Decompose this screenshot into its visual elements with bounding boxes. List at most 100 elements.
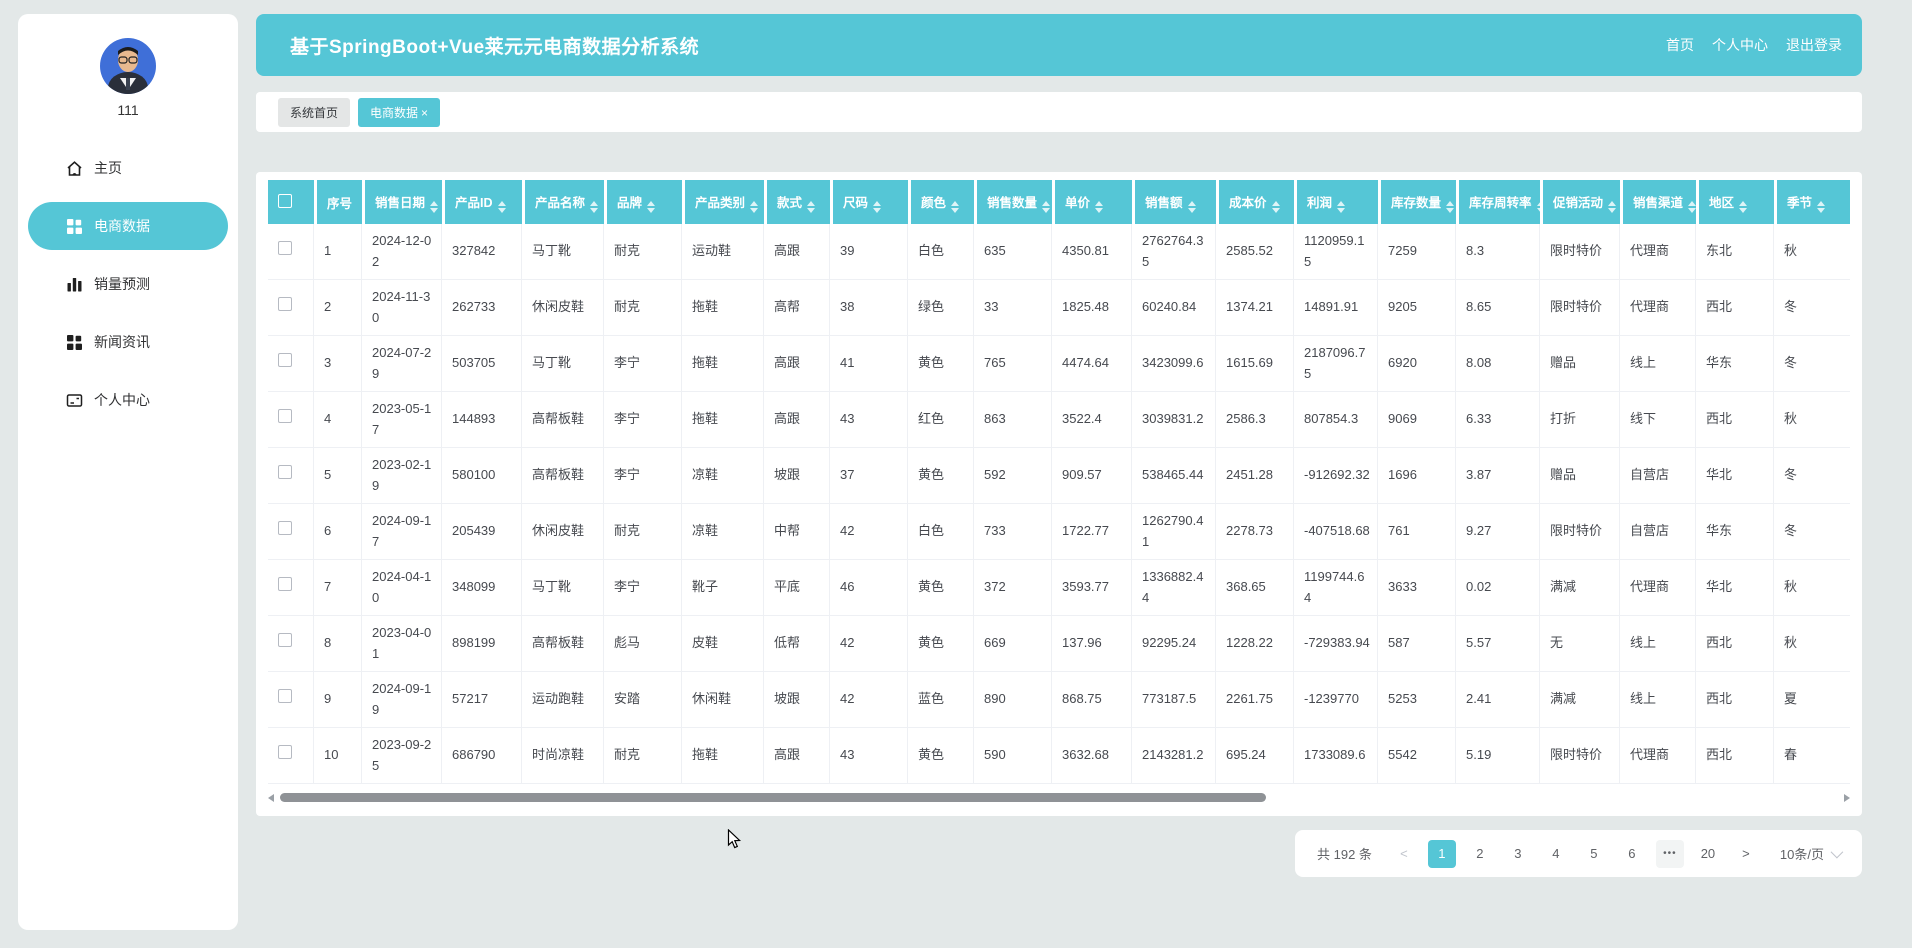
table-cell: 3632.68 xyxy=(1052,728,1132,784)
column-header-15[interactable]: 库存周转率 xyxy=(1456,180,1540,224)
column-header-14[interactable]: 库存数量 xyxy=(1378,180,1456,224)
column-header-12[interactable]: 成本价 xyxy=(1216,180,1294,224)
column-header-16[interactable]: 促销活动 xyxy=(1540,180,1620,224)
sort-carets-icon[interactable] xyxy=(1095,201,1103,213)
column-header-19[interactable]: 季节 xyxy=(1774,180,1850,224)
column-header-3[interactable]: 产品名称 xyxy=(522,180,604,224)
table-cell: 6 xyxy=(314,504,362,560)
table-cell: 冬 xyxy=(1774,448,1850,504)
page-button-1[interactable]: 1 xyxy=(1428,840,1456,868)
table-cell: 1228.22 xyxy=(1216,616,1294,672)
column-header-18[interactable]: 地区 xyxy=(1696,180,1774,224)
tab-1[interactable]: 电商数据× xyxy=(358,98,440,127)
table-cell: 580100 xyxy=(442,448,522,504)
tab-close-icon[interactable]: × xyxy=(421,106,428,120)
scrollbar-thumb[interactable] xyxy=(280,793,1266,802)
sidebar-item-0[interactable]: 主页 xyxy=(28,144,228,192)
table-cell: 秋 xyxy=(1774,616,1850,672)
sort-carets-icon[interactable] xyxy=(590,201,598,213)
row-checkbox[interactable] xyxy=(278,297,292,311)
nav-link-0[interactable]: 首页 xyxy=(1666,35,1694,55)
row-checkbox[interactable] xyxy=(278,745,292,759)
table-cell: 1 xyxy=(314,224,362,280)
sort-carets-icon[interactable] xyxy=(1817,201,1825,213)
column-header-7[interactable]: 尺码 xyxy=(830,180,908,224)
sort-carets-icon[interactable] xyxy=(750,201,758,213)
sort-carets-icon[interactable] xyxy=(873,201,881,213)
column-header-4[interactable]: 品牌 xyxy=(604,180,682,224)
page-buttons: 123456 xyxy=(1428,840,1646,868)
nav-link-1[interactable]: 个人中心 xyxy=(1712,35,1768,55)
scroll-right-arrow-icon[interactable] xyxy=(1844,794,1850,802)
page-button-3[interactable]: 3 xyxy=(1504,840,1532,868)
row-checkbox[interactable] xyxy=(278,465,292,479)
column-header-1[interactable]: 销售日期 xyxy=(362,180,442,224)
page-size-select[interactable]: 10条/页 xyxy=(1780,844,1840,863)
row-checkbox[interactable] xyxy=(278,577,292,591)
card-icon xyxy=(66,392,83,409)
sort-carets-icon[interactable] xyxy=(1337,201,1345,213)
table-cell: -407518.68 xyxy=(1294,504,1378,560)
sidebar-item-1[interactable]: 电商数据 xyxy=(28,202,228,250)
column-header-9[interactable]: 销售数量 xyxy=(974,180,1052,224)
sort-carets-icon[interactable] xyxy=(1042,201,1050,213)
table-cell: 拖鞋 xyxy=(682,728,764,784)
next-page-button[interactable]: > xyxy=(1732,840,1760,868)
row-checkbox[interactable] xyxy=(278,241,292,255)
row-checkbox[interactable] xyxy=(278,521,292,535)
sort-carets-icon[interactable] xyxy=(498,201,506,213)
sort-carets-icon[interactable] xyxy=(1188,201,1196,213)
column-header-11[interactable]: 销售额 xyxy=(1132,180,1216,224)
scroll-left-arrow-icon[interactable] xyxy=(268,794,274,802)
column-header-5[interactable]: 产品类别 xyxy=(682,180,764,224)
page-button-6[interactable]: 6 xyxy=(1618,840,1646,868)
topbar: 基于SpringBoot+Vue莱元元电商数据分析系统 首页个人中心退出登录 xyxy=(256,14,1862,76)
table-row-6: 72024-04-10348099马丁靴李宁靴子平底46黄色3723593.77… xyxy=(268,560,1850,616)
sidebar-item-3[interactable]: 新闻资讯 xyxy=(28,318,228,366)
row-checkbox[interactable] xyxy=(278,633,292,647)
column-header-8[interactable]: 颜色 xyxy=(908,180,974,224)
row-select-cell xyxy=(268,728,314,784)
sort-carets-icon[interactable] xyxy=(951,201,959,213)
table-cell: 686790 xyxy=(442,728,522,784)
row-checkbox[interactable] xyxy=(278,353,292,367)
tail-page-button[interactable]: 20 xyxy=(1694,840,1722,868)
column-header-17[interactable]: 销售渠道 xyxy=(1620,180,1696,224)
table-cell: 1199744.64 xyxy=(1294,560,1378,616)
more-pages-button[interactable]: ••• xyxy=(1656,840,1684,868)
sort-carets-icon[interactable] xyxy=(647,201,655,213)
column-header-13[interactable]: 利润 xyxy=(1294,180,1378,224)
table-cell: 西北 xyxy=(1696,280,1774,336)
prev-page-button[interactable]: < xyxy=(1390,840,1418,868)
select-all-checkbox[interactable] xyxy=(278,194,292,208)
sort-carets-icon[interactable] xyxy=(1446,201,1454,213)
tab-0[interactable]: 系统首页 xyxy=(278,98,350,127)
sort-carets-icon[interactable] xyxy=(1272,201,1280,213)
page-button-2[interactable]: 2 xyxy=(1466,840,1494,868)
sort-carets-icon[interactable] xyxy=(430,201,438,213)
table-cell: 2024-09-17 xyxy=(362,504,442,560)
table-cell: 西北 xyxy=(1696,728,1774,784)
table-cell: 205439 xyxy=(442,504,522,560)
column-header-6[interactable]: 款式 xyxy=(764,180,830,224)
page-button-4[interactable]: 4 xyxy=(1542,840,1570,868)
column-header-10[interactable]: 单价 xyxy=(1052,180,1132,224)
sidebar-item-4[interactable]: 个人中心 xyxy=(28,376,228,424)
row-checkbox[interactable] xyxy=(278,689,292,703)
table-row-8: 92024-09-1957217运动跑鞋安踏休闲鞋坡跟42蓝色890868.75… xyxy=(268,672,1850,728)
page-button-5[interactable]: 5 xyxy=(1580,840,1608,868)
sidebar-item-2[interactable]: 销量预测 xyxy=(28,260,228,308)
table-cell: 7259 xyxy=(1378,224,1456,280)
grid-icon xyxy=(66,218,83,235)
table-cell: 白色 xyxy=(908,504,974,560)
select-all-header[interactable] xyxy=(268,180,314,224)
sort-carets-icon[interactable] xyxy=(1537,201,1540,213)
tab-label: 电商数据 xyxy=(370,106,418,120)
sort-carets-icon[interactable] xyxy=(1688,201,1696,213)
sort-carets-icon[interactable] xyxy=(1608,201,1616,213)
nav-link-2[interactable]: 退出登录 xyxy=(1786,35,1842,55)
sort-carets-icon[interactable] xyxy=(807,201,815,213)
row-checkbox[interactable] xyxy=(278,409,292,423)
column-header-2[interactable]: 产品ID xyxy=(442,180,522,224)
sort-carets-icon[interactable] xyxy=(1739,201,1747,213)
